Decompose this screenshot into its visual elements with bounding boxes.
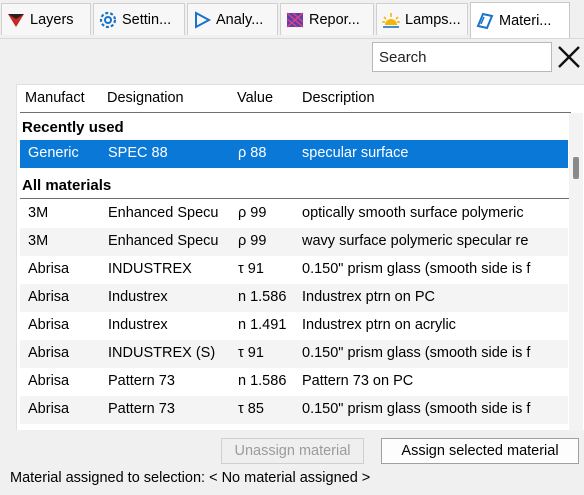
tab-label: Materi... — [499, 12, 552, 29]
cell-designation: Industrex — [108, 317, 168, 333]
tab-label: Layers — [30, 11, 74, 28]
cell-manufacturer: Generic — [28, 145, 79, 161]
cell-value: ρ 99 — [238, 233, 267, 249]
column-header-value[interactable]: Value — [237, 90, 273, 106]
cell-description: specular surface — [302, 145, 409, 161]
cell-designation: Enhanced Specu — [108, 205, 219, 221]
material-icon — [475, 11, 495, 31]
header-divider — [20, 112, 571, 113]
cell-description: wavy surface polymeric specular re — [302, 233, 529, 249]
table-row[interactable]: Abrisa Pattern 73 n 1.586 Pattern 73 on … — [20, 368, 568, 396]
tab-lamps[interactable]: Lamps... — [376, 3, 468, 35]
cell-designation: SPEC 88 — [108, 145, 168, 161]
cell-manufacturer: Abrisa — [28, 373, 70, 389]
column-header-manufacturer[interactable]: Manufact — [25, 90, 85, 106]
tab-layers[interactable]: Layers — [1, 3, 91, 35]
cell-description: optically smooth surface polymeric — [302, 205, 524, 221]
play-triangle-icon — [192, 10, 212, 30]
tab-materials[interactable]: Materi... — [470, 2, 570, 38]
gear-icon — [98, 10, 118, 30]
column-header-designation[interactable]: Designation — [107, 90, 184, 106]
cell-value: ρ 99 — [238, 205, 267, 221]
assignment-status: Material assigned to selection: < No mat… — [10, 470, 371, 486]
cell-description: 0.150" prism glass (smooth side is f — [302, 401, 531, 417]
tab-report[interactable]: Repor... — [280, 3, 374, 35]
cell-value: τ 91 — [238, 345, 264, 361]
cell-manufacturer: Abrisa — [28, 401, 70, 417]
close-icon[interactable] — [556, 42, 582, 72]
group-heading-recent: Recently used — [22, 119, 124, 136]
cell-description: 0.150" prism glass (smooth side is f — [302, 345, 531, 361]
table-row[interactable]: Abrisa Pattern 73 τ 85 0.150" prism glas… — [20, 396, 568, 424]
cell-description: 0.150" prism glass (smooth side is f — [302, 261, 531, 277]
unassign-material-button[interactable]: Unassign material — [221, 438, 364, 464]
cell-manufacturer: 3M — [28, 233, 49, 249]
cell-designation: Industrex — [108, 289, 168, 305]
column-header-description[interactable]: Description — [302, 90, 375, 106]
panel-tab-strip: Layers Settin... Analy... Repor... Lamps… — [0, 0, 584, 39]
group-heading-all: All materials — [22, 177, 112, 194]
cell-manufacturer: Abrisa — [28, 317, 70, 333]
cell-manufacturer: Abrisa — [28, 261, 70, 277]
group-divider — [20, 198, 571, 199]
table-row[interactable]: 3M Enhanced Specu ρ 99 optically smooth … — [20, 200, 568, 228]
materials-list: Manufact Designation Value Description R… — [16, 84, 584, 430]
tab-label: Repor... — [309, 11, 360, 28]
assign-selected-material-button[interactable]: Assign selected material — [381, 438, 579, 464]
tab-label: Settin... — [122, 11, 172, 28]
cell-value: ρ 88 — [238, 145, 267, 161]
cell-designation: INDUSTREX — [108, 261, 192, 277]
cell-value: n 1.586 — [238, 289, 287, 305]
cell-designation: INDUSTREX (S) — [108, 345, 216, 361]
table-row[interactable]: Abrisa INDUSTREX τ 91 0.150" prism glass… — [20, 256, 568, 284]
cell-manufacturer: Abrisa — [28, 345, 70, 361]
cell-value: τ 91 — [238, 261, 264, 277]
table-row[interactable]: Abrisa Industrex n 1.586 Industrex ptrn … — [20, 284, 568, 312]
vertical-scrollbar[interactable] — [569, 113, 583, 430]
table-row[interactable]: Generic SPEC 88 ρ 88 specular surface — [20, 140, 568, 168]
cell-designation: Pattern 73 — [108, 373, 175, 389]
table-row[interactable]: Abrisa Industrex n 1.491 Industrex ptrn … — [20, 312, 568, 340]
search-input[interactable] — [372, 42, 552, 72]
cell-value: n 1.586 — [238, 373, 287, 389]
list-header: Manufact Designation Value Description — [17, 85, 584, 112]
lamp-icon — [381, 10, 401, 30]
report-mesh-icon — [285, 10, 305, 30]
layers-icon — [6, 10, 26, 30]
cell-description: Industrex ptrn on PC — [302, 289, 435, 305]
scrollbar-thumb[interactable] — [573, 157, 579, 179]
tab-label: Analy... — [216, 11, 264, 28]
table-row[interactable]: Abrisa INDUSTREX (S) τ 91 0.150" prism g… — [20, 340, 568, 368]
tab-analysis[interactable]: Analy... — [187, 3, 278, 35]
table-row[interactable]: 3M Enhanced Specu ρ 99 wavy surface poly… — [20, 228, 568, 256]
cell-designation: Pattern 73 — [108, 401, 175, 417]
cell-value: τ 85 — [238, 401, 264, 417]
tab-settings[interactable]: Settin... — [93, 3, 185, 35]
cell-description: Industrex ptrn on acrylic — [302, 317, 456, 333]
cell-manufacturer: 3M — [28, 205, 49, 221]
cell-description: Pattern 73 on PC — [302, 373, 414, 389]
tab-label: Lamps... — [405, 11, 461, 28]
cell-value: n 1.491 — [238, 317, 287, 333]
cell-designation: Enhanced Specu — [108, 233, 219, 249]
cell-manufacturer: Abrisa — [28, 289, 70, 305]
